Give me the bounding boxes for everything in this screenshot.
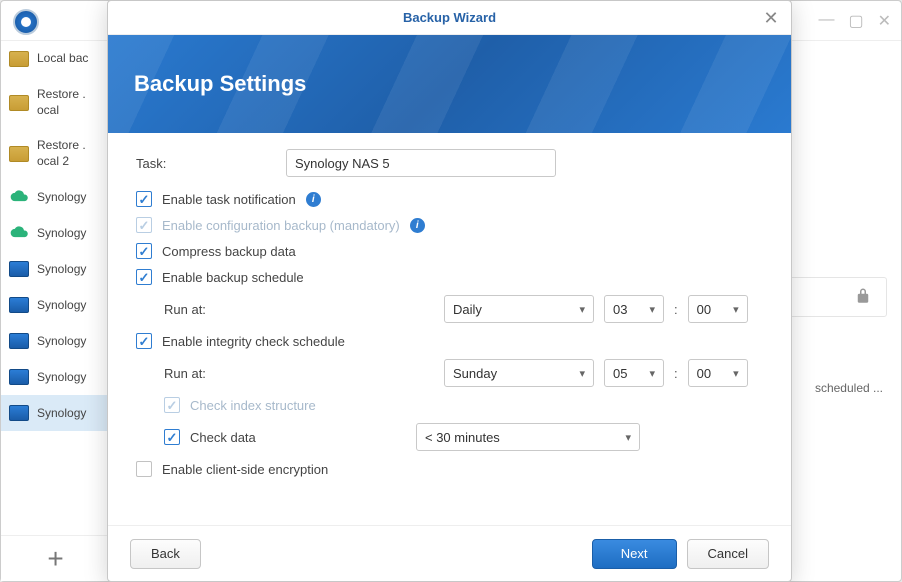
chevron-down-icon: ▾ xyxy=(579,303,585,316)
sidebar-item-synology-rack-1[interactable]: Synology xyxy=(1,251,110,287)
bg-close-button[interactable]: ✕ xyxy=(878,11,891,31)
check-data-label: Check data xyxy=(190,430,406,445)
cancel-button[interactable]: Cancel xyxy=(687,539,769,569)
dialog-title: Backup Wizard xyxy=(403,10,496,25)
add-task-button[interactable]: + xyxy=(1,535,110,581)
compress-backup-label: Compress backup data xyxy=(162,244,296,259)
sidebar-item-restore-local-2[interactable]: Restore . ocal 2 xyxy=(1,128,110,179)
integrity-runat-label: Run at: xyxy=(164,366,434,381)
rack-icon xyxy=(9,261,29,277)
enable-config-backup-label: Enable configuration backup (mandatory) xyxy=(162,218,400,233)
cloud-icon xyxy=(9,225,29,241)
dropdown-value: 00 xyxy=(697,302,711,317)
close-icon[interactable]: ✕ xyxy=(761,8,781,28)
enable-backup-schedule-checkbox[interactable] xyxy=(136,269,152,285)
info-icon[interactable]: i xyxy=(410,218,425,233)
sidebar-item-synology-cloud-2[interactable]: Synology xyxy=(1,215,110,251)
chevron-down-icon: ▾ xyxy=(579,367,585,380)
cloud-icon xyxy=(9,189,29,205)
dialog-header: Backup Settings xyxy=(108,35,791,133)
sidebar-item-label: Restore . ocal xyxy=(37,87,86,118)
rack-icon xyxy=(9,369,29,385)
time-colon: : xyxy=(674,302,678,317)
rack-icon xyxy=(9,297,29,313)
rack-icon xyxy=(9,333,29,349)
sidebar-item-label: Local bac xyxy=(37,51,88,67)
backup-runat-label: Run at: xyxy=(164,302,434,317)
sidebar-item-label: Synology xyxy=(37,370,86,386)
check-index-label: Check index structure xyxy=(190,398,316,413)
sidebar-item-synology-rack-5[interactable]: Synology xyxy=(1,395,110,431)
sidebar-item-label: Synology xyxy=(37,406,86,422)
bg-minimize-button[interactable]: — xyxy=(818,11,834,31)
enable-task-notification-label: Enable task notification xyxy=(162,192,296,207)
app-logo xyxy=(13,9,39,35)
bg-maximize-button[interactable]: ▢ xyxy=(848,11,863,31)
dropdown-value: 05 xyxy=(613,366,627,381)
sidebar-item-label: Synology xyxy=(37,334,86,350)
backup-hour-dropdown[interactable]: 03 ▾ xyxy=(604,295,664,323)
dialog-footer: Back Next Cancel xyxy=(108,525,791,581)
time-colon: : xyxy=(674,366,678,381)
info-icon[interactable]: i xyxy=(306,192,321,207)
sidebar: Local bac Restore . ocal Restore . ocal … xyxy=(1,41,111,581)
chevron-down-icon: ▾ xyxy=(649,367,655,380)
hdd-icon xyxy=(9,146,29,162)
chevron-down-icon: ▾ xyxy=(733,367,739,380)
backup-wizard-dialog: Backup Wizard ✕ Backup Settings Task: En… xyxy=(107,0,792,582)
sidebar-item-synology-rack-3[interactable]: Synology xyxy=(1,323,110,359)
backup-frequency-dropdown[interactable]: Daily ▾ xyxy=(444,295,594,323)
integrity-frequency-dropdown[interactable]: Sunday ▾ xyxy=(444,359,594,387)
sidebar-item-synology-cloud-1[interactable]: Synology xyxy=(1,179,110,215)
chevron-down-icon: ▾ xyxy=(733,303,739,316)
hdd-icon xyxy=(9,95,29,111)
check-data-checkbox[interactable] xyxy=(164,429,180,445)
back-button[interactable]: Back xyxy=(130,539,201,569)
next-button[interactable]: Next xyxy=(592,539,677,569)
enable-config-backup-checkbox xyxy=(136,217,152,233)
sidebar-item-label: Synology xyxy=(37,226,86,242)
integrity-minute-dropdown[interactable]: 00 ▾ xyxy=(688,359,748,387)
sidebar-item-label: Synology xyxy=(37,190,86,206)
lock-icon xyxy=(854,287,872,308)
dropdown-value: 00 xyxy=(697,366,711,381)
compress-backup-checkbox[interactable] xyxy=(136,243,152,259)
enable-backup-schedule-label: Enable backup schedule xyxy=(162,270,304,285)
dropdown-value: Daily xyxy=(453,302,482,317)
sidebar-item-label: Synology xyxy=(37,262,86,278)
sidebar-item-local-backup[interactable]: Local bac xyxy=(1,41,110,77)
dropdown-value: < 30 minutes xyxy=(425,430,500,445)
task-name-input[interactable] xyxy=(286,149,556,177)
backup-minute-dropdown[interactable]: 00 ▾ xyxy=(688,295,748,323)
dropdown-value: 03 xyxy=(613,302,627,317)
enable-integrity-label: Enable integrity check schedule xyxy=(162,334,345,349)
sidebar-item-synology-rack-4[interactable]: Synology xyxy=(1,359,110,395)
sidebar-item-label: Synology xyxy=(37,298,86,314)
dropdown-value: Sunday xyxy=(453,366,497,381)
dialog-body: Task: Enable task notification i Enable … xyxy=(108,133,791,525)
integrity-hour-dropdown[interactable]: 05 ▾ xyxy=(604,359,664,387)
hdd-icon xyxy=(9,51,29,67)
enable-encryption-label: Enable client-side encryption xyxy=(162,462,328,477)
bg-scheduled-text: scheduled ... xyxy=(815,381,883,395)
dialog-titlebar: Backup Wizard ✕ xyxy=(108,1,791,35)
sidebar-item-restore-local[interactable]: Restore . ocal xyxy=(1,77,110,128)
enable-integrity-checkbox[interactable] xyxy=(136,333,152,349)
enable-task-notification-checkbox[interactable] xyxy=(136,191,152,207)
enable-encryption-checkbox[interactable] xyxy=(136,461,152,477)
chevron-down-icon: ▾ xyxy=(649,303,655,316)
sidebar-item-synology-rack-2[interactable]: Synology xyxy=(1,287,110,323)
check-index-checkbox xyxy=(164,397,180,413)
dialog-heading: Backup Settings xyxy=(134,71,306,97)
sidebar-item-label: Restore . ocal 2 xyxy=(37,138,86,169)
rack-icon xyxy=(9,405,29,421)
task-label: Task: xyxy=(136,156,286,171)
chevron-down-icon: ▾ xyxy=(625,431,631,444)
check-data-duration-dropdown[interactable]: < 30 minutes ▾ xyxy=(416,423,640,451)
